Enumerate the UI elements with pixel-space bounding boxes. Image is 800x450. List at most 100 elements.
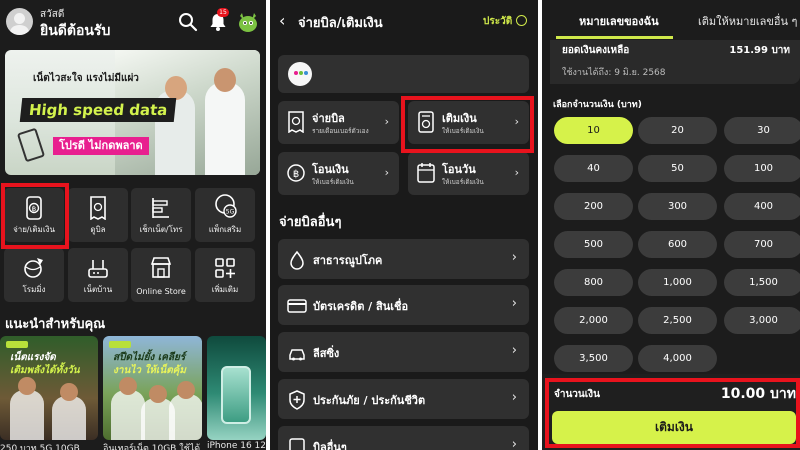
chevron-right-icon: ›	[384, 115, 389, 128]
amount-option[interactable]: 3,500	[554, 345, 633, 372]
back-button[interactable]: ‹	[279, 11, 285, 30]
tile-label: Online Store	[136, 287, 186, 296]
amount-option[interactable]: 50	[638, 155, 717, 182]
promo-card[interactable]: เน็ตแรงจัด เติมพลังได้ทั้งวัน	[0, 336, 98, 440]
chevron-right-icon: ›	[511, 296, 517, 311]
promo-banner[interactable]: เน็ตไวสะใจ แรงไม่มีแผ่ว High speed data …	[5, 50, 260, 175]
tile-online-store[interactable]: Online Store	[131, 248, 191, 302]
chart-icon	[152, 198, 169, 218]
promo-card[interactable]: สปีดไม่ยั้ง เคลียร์ งานไว ให้เน็ตคุ้ม	[103, 336, 202, 440]
amount-option[interactable]: 10	[554, 117, 633, 144]
amount-option[interactable]: 600	[638, 231, 717, 258]
row-label: ลีสซิ่ง	[313, 347, 340, 360]
avatar[interactable]	[6, 8, 33, 35]
home-screen: สวัสดี ยินดีต้อนรับ 15 เน็ตไวสะใจ แรงไม่…	[0, 0, 266, 450]
tile-pay-topup[interactable]: ฿ จ่าย/เติมเงิน	[4, 188, 64, 242]
greeting-title: ยินดีต้อนรับ	[40, 23, 111, 39]
pay-header: ‹ จ่ายบิล/เติมเงิน ประวัติ	[270, 0, 538, 42]
tile-roaming[interactable]: โรมมิ่ง	[4, 248, 64, 302]
balance-card: ยอดเงินคงเหลือ 151.99 บาท ใช้งานได้ถึง: …	[550, 40, 800, 84]
tile-label: เติมเงิน	[442, 112, 477, 125]
amount-option[interactable]: 20	[638, 117, 717, 144]
topup-button[interactable]: เติมเงิน	[552, 411, 796, 444]
router-icon	[88, 260, 108, 278]
credit-card-icon	[287, 299, 307, 313]
card-subheadline: งานไว ให้เน็ตคุ้ม	[113, 365, 186, 376]
amount-option[interactable]: 3,000	[724, 307, 800, 334]
amount-option[interactable]: 300	[638, 193, 717, 220]
bill-row-credit-card[interactable]: บัตรเครดิต / สินเชื่อ ›	[278, 285, 529, 325]
tile-home-internet[interactable]: เน็ตบ้าน	[68, 248, 128, 302]
tab-my-number[interactable]: หมายเลขของฉัน	[579, 12, 659, 30]
tile-addon-packages[interactable]: 5G แพ็กเสริม	[195, 188, 255, 242]
row-label: ประกันภัย / ประกันชีวิต	[313, 394, 426, 407]
tile-view-bill[interactable]: ดูบิล	[68, 188, 128, 242]
row-label: บิลอื่นๆ	[313, 441, 347, 450]
tile-more[interactable]: เพิ่มเติม	[195, 248, 255, 302]
transfer-days-tile[interactable]: โอนวัน ให้เบอร์เติมเงิน ›	[408, 152, 529, 195]
tile-sublabel: รายเดือนเบอร์ตัวเอง	[312, 127, 369, 135]
history-link[interactable]: ประวัติ	[483, 14, 512, 29]
calendar-icon	[417, 163, 435, 183]
notification-badge: 15	[217, 8, 229, 17]
tab-other-number[interactable]: เติมให้หมายเลขอื่น ๆ	[698, 12, 797, 30]
search-icon[interactable]	[178, 12, 198, 32]
bill-row-other[interactable]: บิลอื่นๆ ›	[278, 426, 529, 450]
history-clock-icon[interactable]	[516, 15, 527, 26]
tab-active-indicator	[556, 36, 673, 39]
chevron-right-icon: ›	[514, 166, 519, 179]
amount-option[interactable]: 400	[724, 193, 800, 220]
bill-icon	[90, 196, 106, 220]
mascot-icon[interactable]	[236, 10, 260, 34]
amount-option[interactable]: 700	[724, 231, 800, 258]
other-bills-title: จ่ายบิลอื่นๆ	[279, 215, 342, 230]
bill-row-insurance[interactable]: ประกันภัย / ประกันชีวิต ›	[278, 379, 529, 419]
pay-topup-screen: ‹ จ่ายบิล/เติมเงิน ประวัติ จ่ายบิล รายเด…	[270, 0, 538, 450]
topup-amount-screen: หมายเลขของฉัน เติมให้หมายเลขอื่น ๆ ยอดเง…	[542, 0, 800, 450]
card-caption: อินเทอร์เน็ต 10GB ใช้ได้	[103, 444, 201, 450]
row-label: บัตรเครดิต / สินเชื่อ	[313, 300, 409, 313]
amount-option[interactable]: 1,500	[724, 269, 800, 296]
card-person-image	[52, 383, 86, 440]
choose-amount-label: เลือกจำนวนเงิน (บาท)	[553, 100, 642, 110]
topup-tile[interactable]: เติมเงิน ให้เบอร์เติมเงิน ›	[408, 101, 529, 144]
other-bill-icon	[289, 438, 305, 450]
tile-sublabel: ให้เบอร์เติมเงิน	[442, 178, 484, 186]
bill-pay-icon	[288, 111, 304, 133]
wallet-baht-icon: ฿	[26, 196, 42, 220]
tile-label: เพิ่มเติม	[211, 285, 239, 294]
chevron-right-icon: ›	[511, 343, 517, 358]
phone-image	[221, 366, 251, 424]
tile-check-usage[interactable]: เช็กเน็ต/โทร	[131, 188, 191, 242]
tile-label: โอนวัน	[442, 163, 476, 176]
balance-label: ยอดเงินคงเหลือ	[562, 45, 630, 56]
amount-option[interactable]: 30	[724, 117, 800, 144]
chevron-right-icon: ›	[514, 115, 519, 128]
tile-label: แพ็กเสริม	[208, 225, 242, 234]
card-caption: 250 บาท 5G 10GB	[0, 444, 80, 450]
amount-option[interactable]: 2,000	[554, 307, 633, 334]
account-card[interactable]	[278, 55, 529, 93]
card-person-image	[111, 377, 145, 440]
home-header: สวัสดี ยินดีต้อนรับ 15	[0, 0, 266, 46]
card-caption: iPhone 16 128	[207, 441, 266, 450]
banner-tagline: เน็ตไวสะใจ แรงไม่มีแผ่ว	[33, 73, 139, 84]
amount-option[interactable]: 500	[554, 231, 633, 258]
bill-row-leasing[interactable]: ลีสซิ่ง ›	[278, 332, 529, 372]
valid-until: ใช้งานได้ถึง: 9 มิ.ย. 2568	[562, 68, 666, 78]
pay-bill-tile[interactable]: จ่ายบิล รายเดือนเบอร์ตัวเอง ›	[278, 101, 399, 144]
amount-option[interactable]: 40	[554, 155, 633, 182]
amount-option[interactable]: 100	[724, 155, 800, 182]
amount-option[interactable]: 1,000	[638, 269, 717, 296]
card-person-image	[10, 377, 44, 440]
amount-option[interactable]: 4,000	[638, 345, 717, 372]
recommended-title: แนะนำสำหรับคุณ	[5, 317, 106, 332]
transfer-baht-icon: ฿	[287, 164, 305, 182]
transfer-money-tile[interactable]: ฿ โอนเงิน ให้เบอร์เติมเงิน ›	[278, 152, 399, 195]
amount-option[interactable]: 2,500	[638, 307, 717, 334]
tile-label: เช็กเน็ต/โทร	[139, 225, 183, 234]
bill-row-utility[interactable]: สาธารณูปโภค ›	[278, 239, 529, 279]
amount-option[interactable]: 800	[554, 269, 633, 296]
amount-option[interactable]: 200	[554, 193, 633, 220]
promo-card[interactable]	[207, 336, 266, 440]
